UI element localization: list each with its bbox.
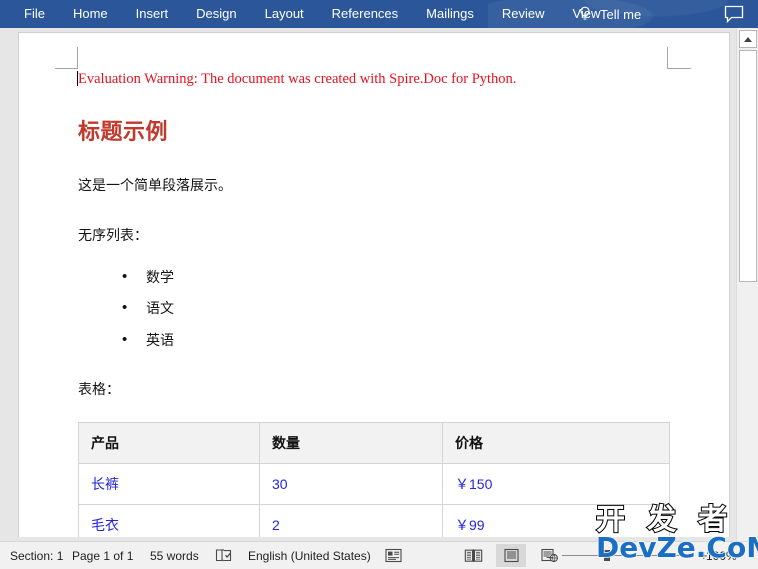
evaluation-warning-text: Evaluation Warning: The document was cre… xyxy=(78,71,517,87)
tab-file[interactable]: File xyxy=(10,0,59,28)
zoom-percentage[interactable]: 100% xyxy=(706,542,737,569)
table-cell: 长裤 xyxy=(78,462,260,505)
zoom-slider-track[interactable] xyxy=(562,555,694,556)
unordered-list-label: 无序列表： xyxy=(78,226,148,243)
ribbon-tab-bar: File Home Insert Design Layout Reference… xyxy=(0,0,758,28)
table-header-row: 产品 数量 价格 xyxy=(78,421,670,464)
chevron-up-icon xyxy=(744,36,752,42)
status-section[interactable]: Section: 1 xyxy=(10,542,63,569)
ribbon-tabs: File Home Insert Design Layout Reference… xyxy=(10,0,614,28)
tab-home[interactable]: Home xyxy=(59,0,122,28)
table-row: 长裤 30 ￥150 xyxy=(78,462,670,505)
tab-insert[interactable]: Insert xyxy=(122,0,183,28)
status-bar: Section: 1 Page 1 of 1 55 words English … xyxy=(0,541,758,569)
margin-mark-top-left-h xyxy=(55,68,78,69)
document-paragraph: 这是一个简单段落展示。 xyxy=(78,177,232,193)
zoom-slider[interactable]: − + xyxy=(546,548,708,565)
table-cell: 2 xyxy=(259,503,443,537)
comments-icon[interactable] xyxy=(724,5,744,24)
document-table: 产品 数量 价格 长裤 30 ￥150 毛衣 2 ￥99 xyxy=(78,421,670,537)
table-header-cell: 价格 xyxy=(442,421,670,464)
list-item: 英语 xyxy=(122,329,668,351)
document-page[interactable]: Evaluation Warning: The document was cre… xyxy=(18,32,730,537)
list-item: 数学 xyxy=(122,266,668,288)
accessibility-icon[interactable] xyxy=(385,542,402,569)
margin-mark-top-right-h xyxy=(667,68,691,69)
status-word-count[interactable]: 55 words xyxy=(150,542,199,569)
unordered-list: 数学 语文 英语 xyxy=(78,266,668,351)
vertical-scroll-thumb[interactable] xyxy=(739,50,757,282)
table-cell: 毛衣 xyxy=(78,503,260,537)
document-content: Evaluation Warning: The document was cre… xyxy=(78,69,670,537)
list-item: 语文 xyxy=(122,297,668,319)
zoom-out-icon[interactable]: − xyxy=(546,550,554,565)
table-cell: ￥99 xyxy=(442,503,670,537)
margin-mark-top-right xyxy=(667,47,668,69)
tab-layout[interactable]: Layout xyxy=(251,0,318,28)
print-layout-button[interactable] xyxy=(496,544,526,567)
status-language[interactable]: English (United States) xyxy=(248,542,371,569)
document-workspace: Evaluation Warning: The document was cre… xyxy=(0,28,758,541)
document-heading: 标题示例 xyxy=(78,119,169,144)
table-header-cell: 产品 xyxy=(78,421,260,464)
tell-me-search[interactable]: Tell me xyxy=(578,0,641,28)
table-header-cell: 数量 xyxy=(259,421,443,464)
proofing-icon[interactable] xyxy=(215,542,233,569)
table-cell: 30 xyxy=(259,462,443,505)
lightbulb-icon xyxy=(578,6,592,22)
table-cell: ￥150 xyxy=(442,462,670,505)
vertical-scrollbar[interactable] xyxy=(736,28,758,541)
tab-mailings[interactable]: Mailings xyxy=(412,0,488,28)
read-mode-button[interactable] xyxy=(458,544,488,567)
scroll-up-button[interactable] xyxy=(739,30,757,48)
table-row: 毛衣 2 ￥99 xyxy=(78,503,670,537)
status-page-number[interactable]: Page 1 of 1 xyxy=(72,542,133,569)
tell-me-label: Tell me xyxy=(600,6,642,22)
tab-review[interactable]: Review xyxy=(488,0,559,28)
margin-mark-top-left xyxy=(77,47,100,69)
zoom-slider-handle[interactable] xyxy=(604,550,610,561)
tab-references[interactable]: References xyxy=(318,0,412,28)
tab-design[interactable]: Design xyxy=(182,0,250,28)
table-label: 表格： xyxy=(78,381,120,398)
